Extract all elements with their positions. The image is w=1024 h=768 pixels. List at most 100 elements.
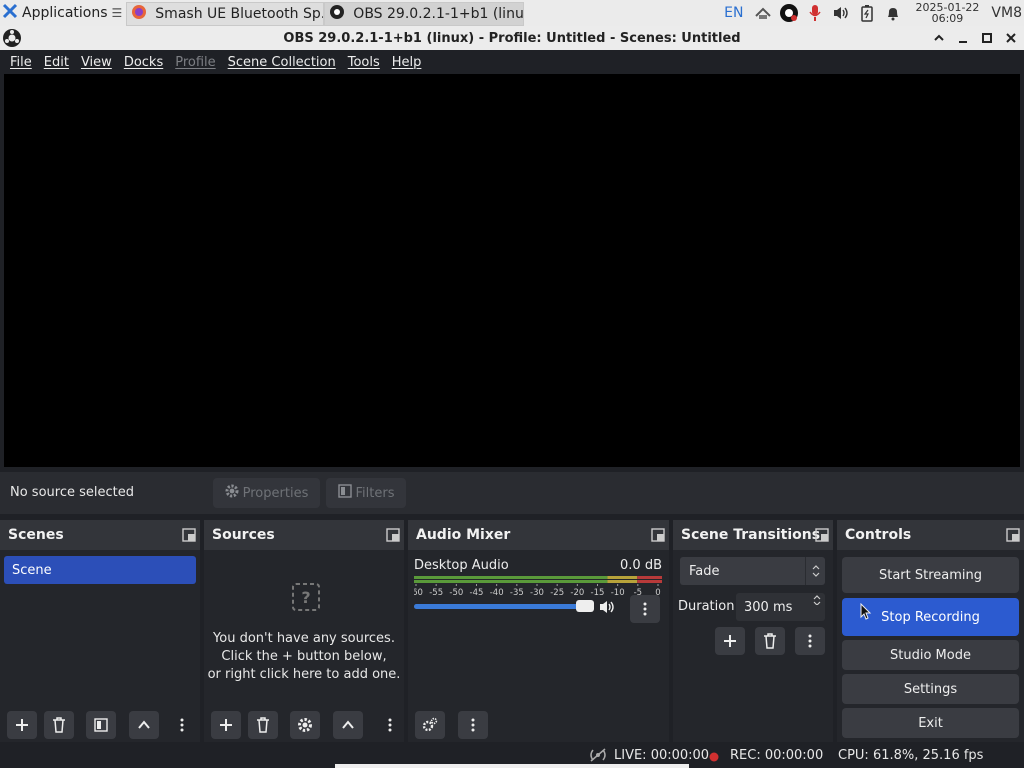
kebab-menu-icon [808, 634, 812, 648]
shade-button[interactable] [930, 29, 948, 47]
remove-transition-button[interactable] [755, 627, 785, 655]
float-dock-icon[interactable] [651, 528, 665, 542]
obs-tray-icon[interactable] [779, 3, 799, 23]
float-dock-icon[interactable] [1006, 528, 1020, 542]
meter-segment [414, 576, 608, 579]
meter-tick-label: -45 [470, 588, 484, 596]
mouse-pointer-icon [860, 602, 872, 625]
meter-tick-label: -35 [510, 588, 524, 596]
scene-list-item[interactable]: Scene [4, 556, 196, 584]
source-properties-button[interactable] [290, 711, 320, 739]
transition-select[interactable]: Fade [680, 557, 825, 585]
source-more-button[interactable] [383, 711, 397, 739]
duration-label: Duration [678, 599, 735, 614]
remove-scene-button[interactable] [44, 711, 74, 739]
meter-tick-label: -10 [611, 588, 625, 596]
battery-icon[interactable] [857, 3, 877, 23]
plus-icon [724, 635, 736, 647]
menu-tools[interactable]: Tools [342, 55, 386, 70]
keyboard-layout[interactable]: EN [724, 5, 743, 21]
start-streaming-button[interactable]: Start Streaming [842, 557, 1019, 593]
add-transition-button[interactable] [715, 627, 745, 655]
transition-properties-button[interactable] [795, 627, 825, 655]
kebab-menu-icon [388, 718, 392, 732]
add-source-button[interactable] [211, 711, 241, 739]
settings-button[interactable]: Settings [842, 674, 1019, 704]
microphone-icon[interactable] [805, 3, 825, 23]
add-scene-button[interactable] [7, 711, 37, 739]
float-dock-icon[interactable] [815, 528, 829, 542]
kebab-menu-icon [180, 718, 184, 732]
duration-spinbox[interactable]: 300 ms [736, 593, 825, 621]
menu-edit[interactable]: Edit [38, 55, 75, 70]
volume-slider[interactable] [414, 600, 594, 612]
spin-arrows-icon[interactable] [813, 595, 821, 605]
menu-view[interactable]: View [75, 55, 118, 70]
meter-tick-label: -15 [591, 588, 605, 596]
studio-mode-button[interactable]: Studio Mode [842, 640, 1019, 670]
plus-icon [16, 719, 28, 731]
duration-value: 300 ms [744, 599, 793, 615]
move-source-up-button[interactable] [333, 711, 363, 739]
no-source-label: No source selected [10, 485, 134, 500]
advanced-audio-button[interactable] [415, 711, 445, 739]
network-icon[interactable] [753, 3, 773, 23]
obs-icon [329, 4, 345, 24]
exit-button[interactable]: Exit [842, 708, 1019, 738]
trash-icon [257, 717, 269, 733]
dock-title: Controls [845, 527, 912, 543]
meter-segment [607, 580, 638, 583]
transition-select-value: Fade [689, 563, 720, 579]
meter-tick-label: -50 [449, 588, 463, 596]
filters-button[interactable]: Filters [326, 478, 406, 508]
rec-timer: REC: 00:00:00 [730, 748, 824, 763]
dock-header: Controls [837, 520, 1024, 550]
gear-icon [298, 718, 312, 732]
menu-file[interactable]: File [4, 55, 38, 70]
dock-header: Scenes [0, 520, 200, 550]
chevron-up-icon [138, 720, 150, 729]
applications-menu[interactable]: Applications ☰ [0, 0, 126, 26]
kebab-menu-icon [471, 718, 475, 732]
record-dot-icon [709, 751, 719, 766]
taskbar-item-browser[interactable]: Smash UE Bluetooth Sp... [126, 1, 325, 26]
preview-canvas[interactable] [4, 74, 1020, 467]
remove-source-button[interactable] [248, 711, 278, 739]
meter-tick-label: -55 [429, 588, 443, 596]
close-button[interactable] [1002, 29, 1020, 47]
menu-help[interactable]: Help [386, 55, 428, 70]
taskbar-item-obs[interactable]: OBS 29.0.2.1-1+b1 (linu... [324, 1, 525, 26]
clock-time: 06:09 [931, 12, 964, 25]
float-dock-icon[interactable] [386, 528, 400, 542]
empty-line: You don't have any sources. [213, 631, 395, 646]
source-context-bar: No source selected Properties Filters [0, 472, 1024, 514]
filters-label: Filters [355, 485, 395, 501]
volume-meter: -60-55-50-45-40-35-30-25-20-15-10-50 [414, 576, 662, 596]
clock[interactable]: 2025-01-22 06:09 [915, 2, 979, 24]
menu-docks[interactable]: Docks [118, 55, 169, 70]
menu-scene-collection[interactable]: Scene Collection [222, 55, 342, 70]
cpu-fps-stats: CPU: 61.8%, 25.16 fps [838, 748, 984, 763]
mixer-more-button[interactable] [458, 711, 488, 739]
menu-handle-icon: ☰ [111, 6, 123, 20]
volume-slider-handle[interactable] [576, 600, 594, 612]
scene-filters-button[interactable] [86, 711, 116, 739]
volume-icon[interactable] [831, 3, 851, 23]
maximize-button[interactable] [978, 29, 996, 47]
speaker-icon[interactable] [598, 599, 616, 619]
minimize-button[interactable] [954, 29, 972, 47]
window-resize-indicator [335, 764, 689, 768]
question-mark-icon: ? [291, 582, 321, 612]
scene-transitions-dock: Scene Transitions Fade Duration 300 ms [673, 520, 833, 742]
float-dock-icon[interactable] [182, 528, 196, 542]
scene-more-button[interactable] [175, 711, 189, 739]
dock-header: Sources [204, 520, 404, 550]
xfce-logo-icon [2, 3, 18, 23]
notification-bell-icon[interactable] [883, 3, 903, 23]
properties-button[interactable]: Properties [213, 478, 320, 508]
audio-mixer-dock: Audio Mixer Desktop Audio 0.0 dB -60-55-… [408, 520, 669, 742]
gears-icon [422, 717, 438, 732]
move-scene-up-button[interactable] [129, 711, 159, 739]
audio-channel-menu-button[interactable] [630, 595, 660, 623]
sources-empty-message: You don't have any sources. Click the + … [204, 630, 404, 684]
